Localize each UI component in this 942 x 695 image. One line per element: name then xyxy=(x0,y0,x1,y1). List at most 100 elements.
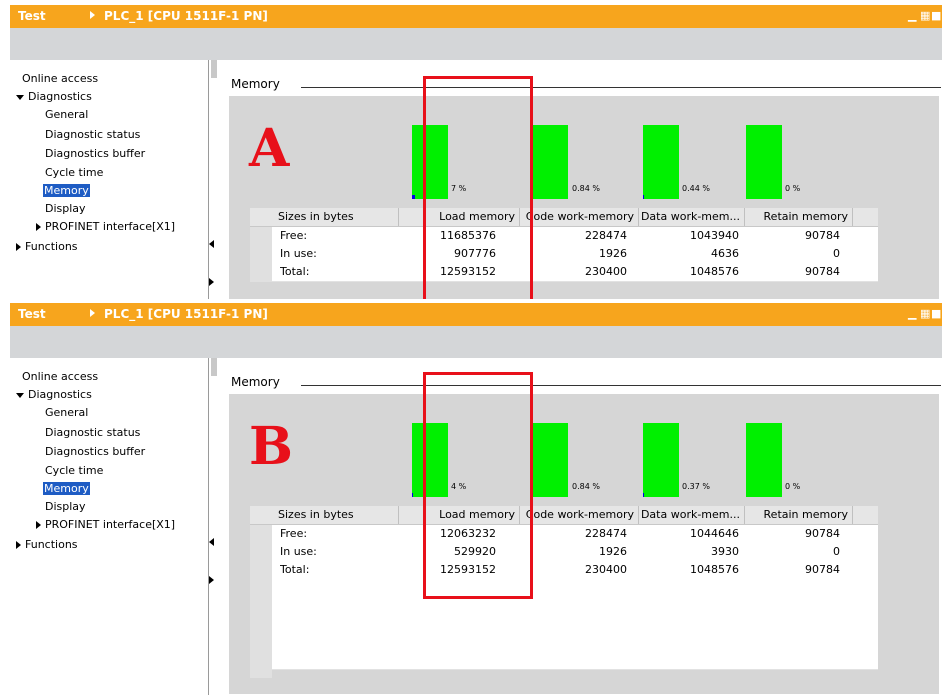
minimize-icon[interactable]: ▁ xyxy=(908,10,916,22)
nav-cycle-time[interactable]: Cycle time xyxy=(45,164,103,182)
nav-general[interactable]: General xyxy=(45,404,88,422)
column-header[interactable]: Sizes in bytes xyxy=(272,208,399,226)
expand-down-icon[interactable] xyxy=(16,392,24,398)
nav-memory[interactable]: Memory xyxy=(43,182,90,200)
device-panel-a: Test PLC_1 [CPU 1511F-1 PN] ▁ ▦ ■ Online acce… xyxy=(10,5,942,299)
maximize-icon[interactable]: ■ xyxy=(931,308,941,320)
column-header[interactable]: Code work-memory xyxy=(520,208,639,226)
used-fill xyxy=(643,493,644,497)
expand-right-icon[interactable] xyxy=(36,223,41,231)
table-cell: 1043940 xyxy=(690,229,739,242)
column-header[interactable]: Sizes in bytes xyxy=(272,506,399,524)
table-cell: 1926 xyxy=(599,545,627,558)
breadcrumb-arrow-icon xyxy=(90,11,95,19)
column-header[interactable]: Data work-mem... xyxy=(639,506,745,524)
tile-icon[interactable]: ▦ xyxy=(920,10,930,22)
nav-label: Diagnostic status xyxy=(45,128,141,141)
nav-label: Diagnostic status xyxy=(45,426,141,439)
expand-right-icon[interactable] xyxy=(16,243,21,251)
nav-diagnostics[interactable]: Diagnostics xyxy=(16,386,92,404)
expand-right-icon[interactable] xyxy=(16,541,21,549)
row-header-column xyxy=(250,506,272,678)
column-header[interactable]: Retain memory xyxy=(745,208,853,226)
nav-label: Diagnostics buffer xyxy=(45,147,146,160)
column-header[interactable]: Retain memory xyxy=(745,506,853,524)
nav-label: General xyxy=(45,108,89,121)
content-area: Memory B 4 % 0.84 % 0.37 % 0 % Sizes in bytes L… xyxy=(219,358,942,695)
table-cell: 90784 xyxy=(805,229,840,242)
content-area: Memory A 7 % 0.84 % 0.44 % 0 % Sizes in bytes L… xyxy=(219,60,942,299)
expand-right-icon[interactable] xyxy=(36,521,41,529)
used-fill xyxy=(412,195,415,199)
nav-general[interactable]: General xyxy=(45,106,88,124)
toolbar-strip xyxy=(10,326,942,358)
navigation-tree: Online access Diagnostics General Diagnosti… xyxy=(10,60,208,299)
nav-diagnostics-buffer[interactable]: Diagnostics buffer xyxy=(45,443,145,461)
usage-percent: 0.84 % xyxy=(572,184,600,193)
used-fill xyxy=(412,493,414,497)
nav-diagnostics-buffer[interactable]: Diagnostics buffer xyxy=(45,145,145,163)
nav-online-access[interactable]: Online access xyxy=(22,368,98,386)
usage-percent: 0.84 % xyxy=(572,482,600,491)
nav-cycle-time[interactable]: Cycle time xyxy=(45,462,103,480)
empty-row xyxy=(272,579,878,598)
table-cell: Free: xyxy=(280,229,308,242)
table-header: Sizes in bytes Load memory Code work-memor… xyxy=(250,506,878,525)
expand-right-icon[interactable] xyxy=(209,576,214,584)
panel-label-letter: A xyxy=(249,118,290,179)
nav-online-access[interactable]: Online access xyxy=(22,70,98,88)
nav-functions[interactable]: Functions xyxy=(16,536,78,554)
usage-percent: 0.44 % xyxy=(682,184,710,193)
expand-down-icon[interactable] xyxy=(16,94,24,100)
toolbar-strip xyxy=(10,28,942,60)
scrollbar-thumb[interactable] xyxy=(211,358,217,376)
nav-diagnostics[interactable]: Diagnostics xyxy=(16,88,92,106)
tile-icon[interactable]: ▦ xyxy=(920,308,930,320)
nav-display[interactable]: Display xyxy=(45,498,86,516)
device-name[interactable]: PLC_1 [CPU 1511F-1 PN] xyxy=(104,9,268,23)
retain-memory-bar xyxy=(746,423,782,497)
nav-label: Memory xyxy=(43,482,90,495)
nav-profinet-interface[interactable]: PROFINET interface[X1] xyxy=(36,218,175,236)
minimize-icon[interactable]: ▁ xyxy=(908,308,916,320)
table-cell: 90784 xyxy=(805,527,840,540)
expand-right-icon[interactable] xyxy=(209,278,214,286)
nav-label: Diagnostics buffer xyxy=(45,445,146,458)
nav-label: Display xyxy=(45,500,86,513)
memory-table: Sizes in bytes Load memory Code work-memor… xyxy=(250,506,878,678)
breadcrumb-arrow-icon xyxy=(90,309,95,317)
nav-functions[interactable]: Functions xyxy=(16,238,78,256)
nav-display[interactable]: Display xyxy=(45,200,86,218)
section-title: Memory xyxy=(231,77,280,91)
scrollbar-thumb[interactable] xyxy=(211,60,217,78)
column-header[interactable]: Code work-memory xyxy=(520,506,639,524)
section-divider xyxy=(301,385,941,386)
nav-label: Memory xyxy=(43,184,90,197)
project-name[interactable]: Test xyxy=(18,9,46,23)
table-cell: 228474 xyxy=(585,229,627,242)
collapse-left-icon[interactable] xyxy=(209,538,214,546)
project-name[interactable]: Test xyxy=(18,307,46,321)
maximize-icon[interactable]: ■ xyxy=(931,10,941,22)
table-cell: In use: xyxy=(280,247,317,260)
nav-label: Diagnostics xyxy=(28,388,92,401)
memory-area: A7 % 0.84 % 0.44 % 0 % Sizes in bytes Load me… xyxy=(229,96,939,299)
navigation-tree: Online access Diagnostics General Diagnosti… xyxy=(10,358,208,695)
nav-memory[interactable]: Memory xyxy=(43,480,90,498)
usage-percent: 0 % xyxy=(785,184,801,193)
nav-profinet-interface[interactable]: PROFINET interface[X1] xyxy=(36,516,175,534)
nav-diagnostic-status[interactable]: Diagnostic status xyxy=(45,126,140,144)
nav-label: Online access xyxy=(22,370,99,383)
memory-table: Sizes in bytes Load memory Code work-memor… xyxy=(250,208,878,282)
table-cell: 230400 xyxy=(585,563,627,576)
collapse-left-icon[interactable] xyxy=(209,240,214,248)
empty-row xyxy=(272,597,878,616)
device-name[interactable]: PLC_1 [CPU 1511F-1 PN] xyxy=(104,307,268,321)
column-header[interactable]: Data work-mem... xyxy=(639,208,745,226)
nav-diagnostic-status[interactable]: Diagnostic status xyxy=(45,424,140,442)
title-bar: Test PLC_1 [CPU 1511F-1 PN] ▁ ▦ ■ xyxy=(10,5,942,28)
title-bar: Test PLC_1 [CPU 1511F-1 PN] ▁ ▦ ■ xyxy=(10,303,942,326)
empty-row xyxy=(272,615,878,634)
load-memory-highlight xyxy=(423,372,533,599)
usage-percent: 0.37 % xyxy=(682,482,710,491)
